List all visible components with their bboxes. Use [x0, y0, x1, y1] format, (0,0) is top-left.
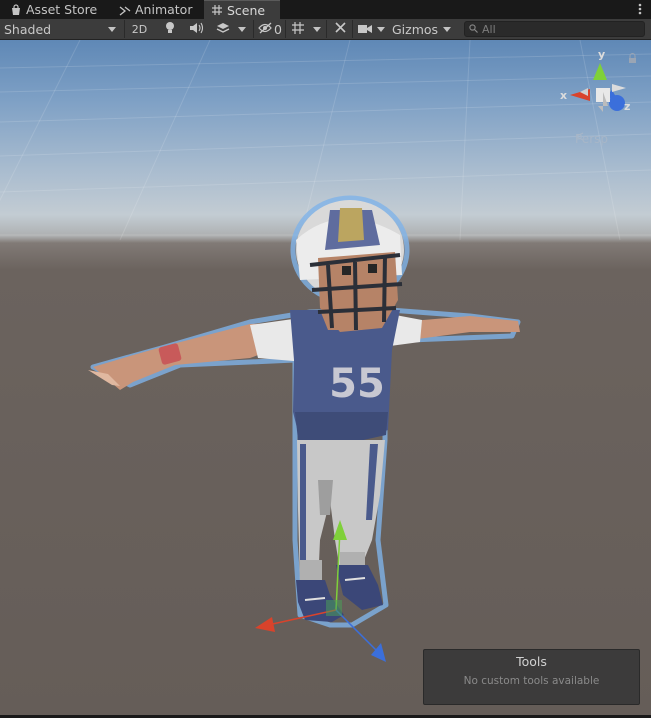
grid-snap-icon: [291, 21, 305, 38]
gizmo-x-label: x: [560, 89, 567, 102]
toolbar-divider: [124, 20, 125, 38]
shopping-bag-icon: [9, 3, 22, 16]
tools-toggle-button[interactable]: [329, 19, 351, 39]
scene-search-input[interactable]: All: [464, 21, 645, 37]
chevron-down-icon: [313, 26, 321, 32]
2d-toggle-label: 2D: [131, 22, 148, 36]
gizmos-dropdown[interactable]: Gizmos: [389, 19, 456, 39]
lock-icon: [629, 53, 636, 63]
tab-animator[interactable]: Animator: [112, 0, 198, 19]
search-placeholder: All: [482, 22, 496, 36]
shading-mode-dropdown[interactable]: Shaded: [0, 19, 122, 39]
toolbar-divider: [285, 20, 286, 38]
scene-viewport[interactable]: 55 y x z Persp Tools No custom tools ava…: [0, 40, 651, 718]
editor-tab-bar: Asset Store Animator Scene: [0, 0, 651, 19]
audio-toggle-button[interactable]: [184, 19, 208, 39]
lighting-toggle-button[interactable]: [158, 19, 182, 39]
scene-render: 55 y x z: [0, 40, 651, 662]
tab-scene[interactable]: Scene: [204, 0, 280, 19]
2d-toggle-button[interactable]: 2D: [126, 19, 153, 39]
lightbulb-icon: [164, 21, 176, 38]
animator-icon: [118, 3, 131, 16]
effects-dropdown[interactable]: [210, 19, 252, 39]
grid-dropdown[interactable]: [287, 19, 325, 39]
eye-slash-icon: [258, 22, 273, 37]
gizmos-label: Gizmos: [392, 21, 439, 37]
tools-overlay-title: Tools: [516, 654, 547, 669]
gizmo-z-label: z: [624, 100, 630, 113]
search-icon: [469, 23, 478, 36]
toolbar-divider: [326, 20, 327, 38]
hidden-objects-toggle[interactable]: 0: [256, 19, 284, 39]
more-options-icon[interactable]: [637, 2, 643, 16]
tab-asset-store[interactable]: Asset Store: [3, 0, 103, 19]
wrench-cross-icon: [334, 21, 347, 37]
tab-asset-store-label: Asset Store: [26, 2, 98, 17]
chevron-down-icon: [377, 26, 385, 32]
speaker-icon: [189, 22, 204, 37]
scene-toolbar: Shaded 2D 0 Gizmos All: [0, 19, 651, 40]
chevron-down-icon: [238, 26, 246, 32]
tab-animator-label: Animator: [135, 2, 193, 17]
chevron-down-icon: [108, 26, 116, 32]
football-player-model: 55: [88, 195, 521, 628]
shading-mode-label: Shaded: [4, 21, 52, 37]
hidden-count: 0: [274, 21, 282, 37]
toolbar-divider: [352, 20, 353, 38]
gizmo-y-label: y: [598, 48, 605, 61]
layers-icon: [216, 22, 230, 37]
tools-overlay-message: No custom tools available: [463, 675, 600, 687]
camera-dropdown[interactable]: [355, 19, 388, 39]
grid-icon: [210, 4, 223, 17]
tab-scene-label: Scene: [227, 2, 266, 18]
projection-toggle[interactable]: Persp: [575, 132, 608, 146]
toolbar-divider: [253, 20, 254, 38]
jersey-number: 55: [329, 361, 385, 407]
perspective-icon: [575, 132, 584, 141]
tools-overlay-panel: Tools No custom tools available: [423, 649, 640, 705]
chevron-down-icon: [443, 26, 451, 32]
camera-icon: [358, 22, 372, 37]
